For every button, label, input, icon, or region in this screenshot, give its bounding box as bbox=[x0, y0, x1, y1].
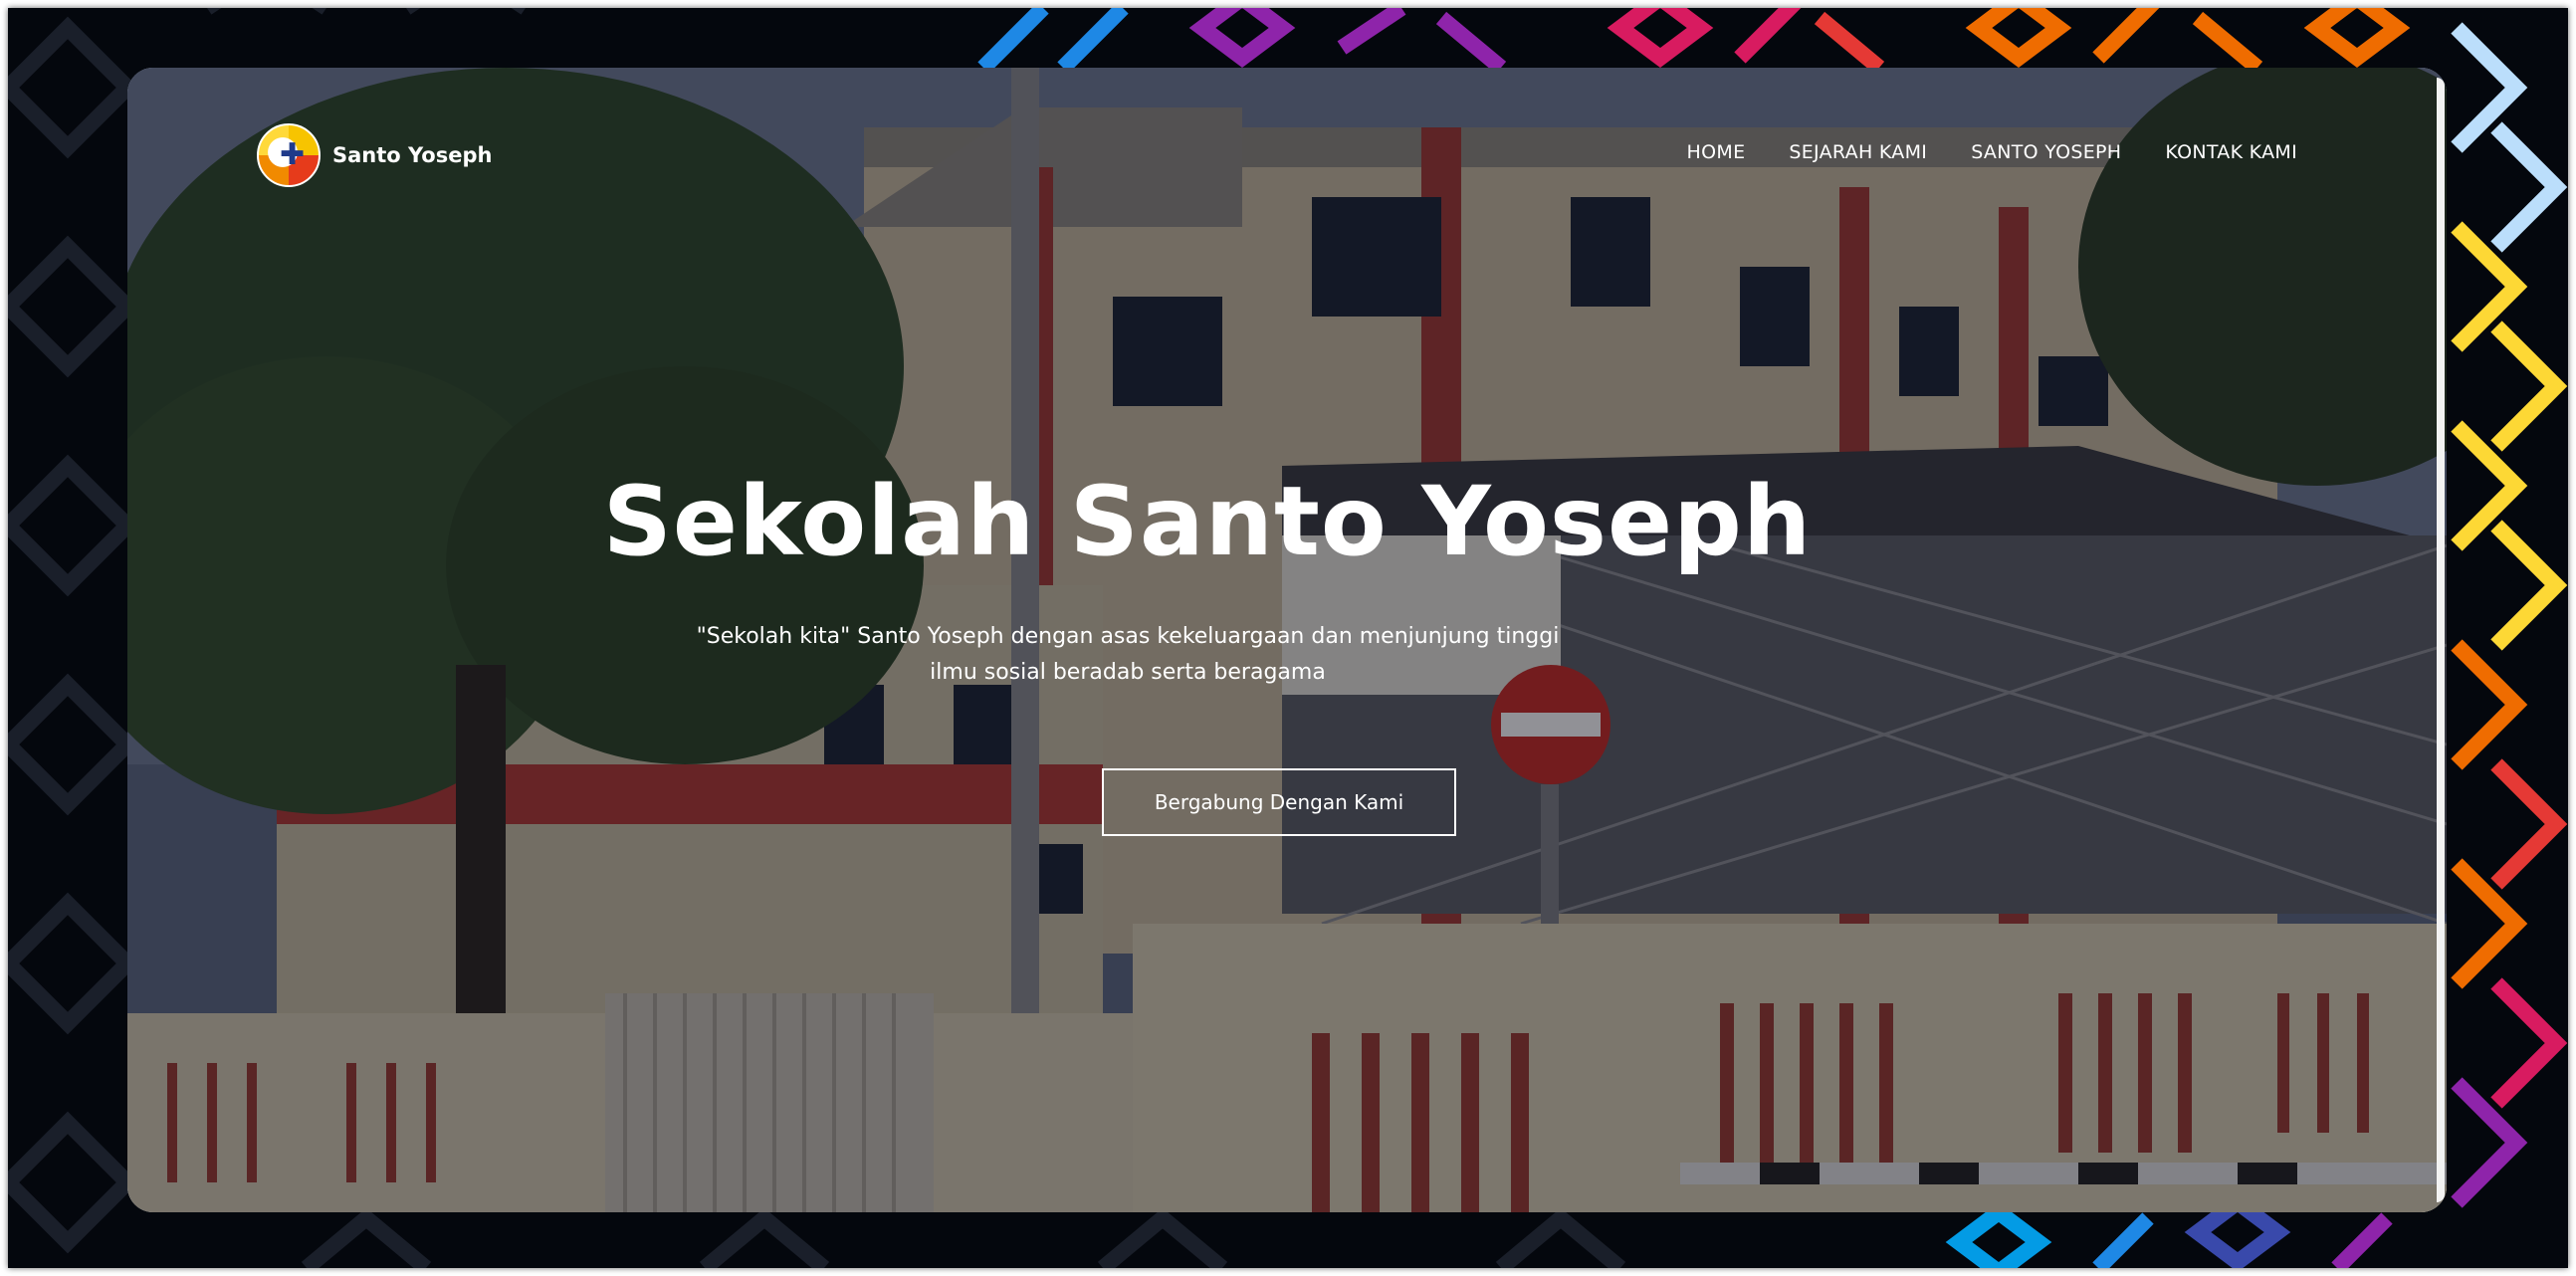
nav-home[interactable]: HOME bbox=[1687, 141, 1746, 163]
nav-sejarah-kami[interactable]: SEJARAH KAMI bbox=[1789, 141, 1927, 163]
card-edge bbox=[2437, 78, 2445, 1202]
cross-icon: ✚ bbox=[280, 137, 306, 172]
hero-title: Sekolah Santo Yoseph bbox=[602, 466, 1813, 577]
brand[interactable]: ✚ Santo Yoseph bbox=[257, 123, 492, 187]
school-crest-icon: ✚ bbox=[257, 123, 321, 187]
join-us-button[interactable]: Bergabung Dengan Kami bbox=[1102, 768, 1456, 836]
page-background: ✚ Santo Yoseph HOME SEJARAH KAMI SANTO Y… bbox=[8, 8, 2568, 1268]
hero-section: Sekolah Santo Yoseph "Sekolah kita" Sant… bbox=[127, 466, 2447, 691]
hero-subtitle-line-2: ilmu sosial beradab serta beragama bbox=[930, 660, 1326, 685]
nav-santo-yoseph[interactable]: SANTO YOSEPH bbox=[1971, 141, 2121, 163]
brand-name: Santo Yoseph bbox=[332, 143, 493, 167]
hero-card: ✚ Santo Yoseph HOME SEJARAH KAMI SANTO Y… bbox=[127, 68, 2447, 1212]
nav-kontak-kami[interactable]: KONTAK KAMI bbox=[2165, 141, 2297, 163]
main-nav: HOME SEJARAH KAMI SANTO YOSEPH KONTAK KA… bbox=[1687, 141, 2297, 163]
hero-subtitle-line-1: "Sekolah kita" Santo Yoseph dengan asas … bbox=[696, 624, 1560, 649]
hero-subtitle: "Sekolah kita" Santo Yoseph dengan asas … bbox=[127, 619, 2287, 691]
